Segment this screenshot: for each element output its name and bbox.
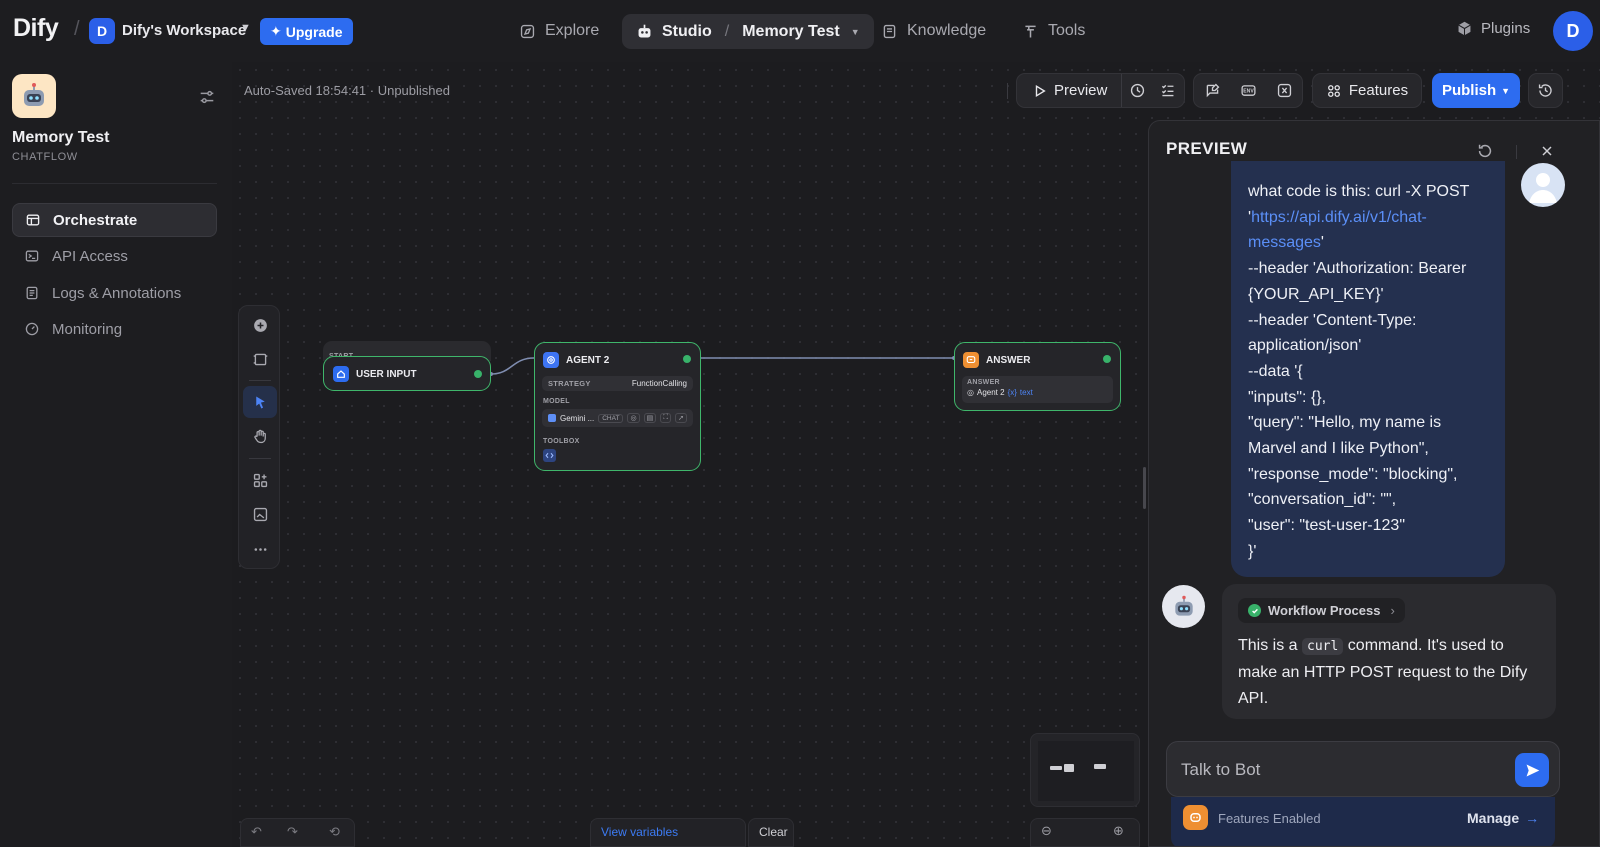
message-line: {YOUR_API_KEY}' [1248,285,1384,303]
check-circle-icon [1248,604,1261,617]
features-enabled-bar: Features Enabled Manage → [1171,797,1555,846]
robot-icon [1174,595,1193,616]
minimap-node [1050,766,1062,770]
redo-icon[interactable]: ↷ [287,824,298,840]
workflow-process-toggle[interactable]: Workflow Process › [1238,598,1405,623]
features-enabled-label: Features Enabled [1218,811,1321,826]
user-input-node[interactable]: USER INPUT [323,356,491,391]
inline-code: curl [1302,638,1344,655]
send-button[interactable] [1515,753,1549,787]
message-line: application/json' [1248,337,1362,355]
strategy-field[interactable]: STRATEGY FunctionCalling [542,376,693,391]
history-icon[interactable]: ⟲ [329,824,340,840]
gemini-icon [548,414,556,422]
arrow-right-icon: → [1525,810,1540,826]
message-line: "response_mode": "blocking", [1248,465,1458,483]
panel-divider [1516,145,1517,159]
node-title: AGENT 2 [566,354,610,366]
bot-avatar [1162,585,1205,628]
answer-node[interactable]: ANSWER ANSWER ◎ Agent 2 {x} text [954,342,1121,411]
tool-icon: ⛶ [660,413,672,423]
workflow-process-label: Workflow Process [1268,603,1381,618]
message-line: --data '{ [1248,362,1303,380]
api-link[interactable]: messages [1248,234,1321,251]
message-line: what code is this: curl -X POST [1248,183,1470,200]
panel-resize-handle[interactable] [1143,467,1146,509]
message-line: }' [1248,542,1257,560]
chat-input-box [1166,741,1560,797]
model-selector[interactable]: Gemini ... CHAT ◎ ▤ ⛶ ➚ [542,409,693,427]
message-line: 'https://api.dify.ai/v1/chat- [1248,208,1427,226]
minimap-node [1064,764,1074,772]
answer-icon [963,352,979,368]
status-dot [1103,355,1111,363]
rocket-icon: ➚ [675,413,687,423]
zoom-out-icon[interactable]: ⊖ [1041,823,1052,839]
agent-icon [543,352,559,368]
panel-title: PREVIEW [1166,139,1248,158]
minimap-viewport [1038,741,1134,801]
status-dot [474,370,482,378]
chat-input[interactable] [1181,759,1501,781]
message-line: "user": "test-user-123" [1248,517,1405,535]
code-tool-icon[interactable] [543,449,556,462]
refresh-icon[interactable] [1476,142,1494,160]
status-dot [683,355,691,363]
message-line: "inputs": {}, [1248,388,1327,406]
doc-icon: ▤ [643,413,657,423]
bot-reply-text: This is a curl command. It's used to mak… [1238,637,1528,707]
message-line: Marvel and I like Python", [1248,440,1429,458]
minimap[interactable] [1030,733,1140,807]
zoom-controls: ⊖ ⊕ [1030,818,1140,847]
message-line: "conversation_id": "", [1248,491,1397,509]
node-title: ANSWER [986,354,1031,366]
node-title: USER INPUT [356,368,417,380]
variable-icon: {x} [1007,388,1017,397]
chevron-right-icon: › [1390,603,1395,618]
manage-link[interactable]: Manage → [1467,810,1539,826]
user-message: what code is this: curl -X POST 'https:/… [1231,161,1505,577]
home-icon [333,366,349,382]
answer-field[interactable]: ANSWER ◎ Agent 2 {x} text [962,376,1113,403]
close-icon[interactable] [1539,143,1555,159]
agent-node[interactable]: AGENT 2 STRATEGY FunctionCalling MODEL G… [534,342,701,471]
message-line: "query": "Hello, my name is [1248,414,1442,432]
message-line: messages' [1248,234,1324,252]
send-icon [1526,764,1539,776]
minimap-node [1094,764,1106,769]
agent-icon: ◎ [967,388,974,397]
undo-icon[interactable]: ↶ [251,824,262,840]
user-avatar [1521,163,1565,207]
vision-icon: ◎ [627,413,640,423]
zoom-in-icon[interactable]: ⊕ [1113,823,1124,839]
message-line: --header 'Content-Type: [1248,311,1417,329]
undo-redo-controls: ↶ ↷ ⟲ [240,818,355,847]
preview-panel: PREVIEW what code is this: curl -X POST … [1148,120,1600,847]
bot-message: Workflow Process › This is a curl comman… [1222,584,1556,719]
clear-button[interactable]: Clear [748,818,794,847]
features-icon [1183,805,1208,830]
message-line: --header 'Authorization: Bearer [1248,260,1467,278]
api-link[interactable]: https://api.dify.ai/v1/chat- [1251,209,1427,226]
view-variables-button[interactable]: View variables [590,818,746,847]
